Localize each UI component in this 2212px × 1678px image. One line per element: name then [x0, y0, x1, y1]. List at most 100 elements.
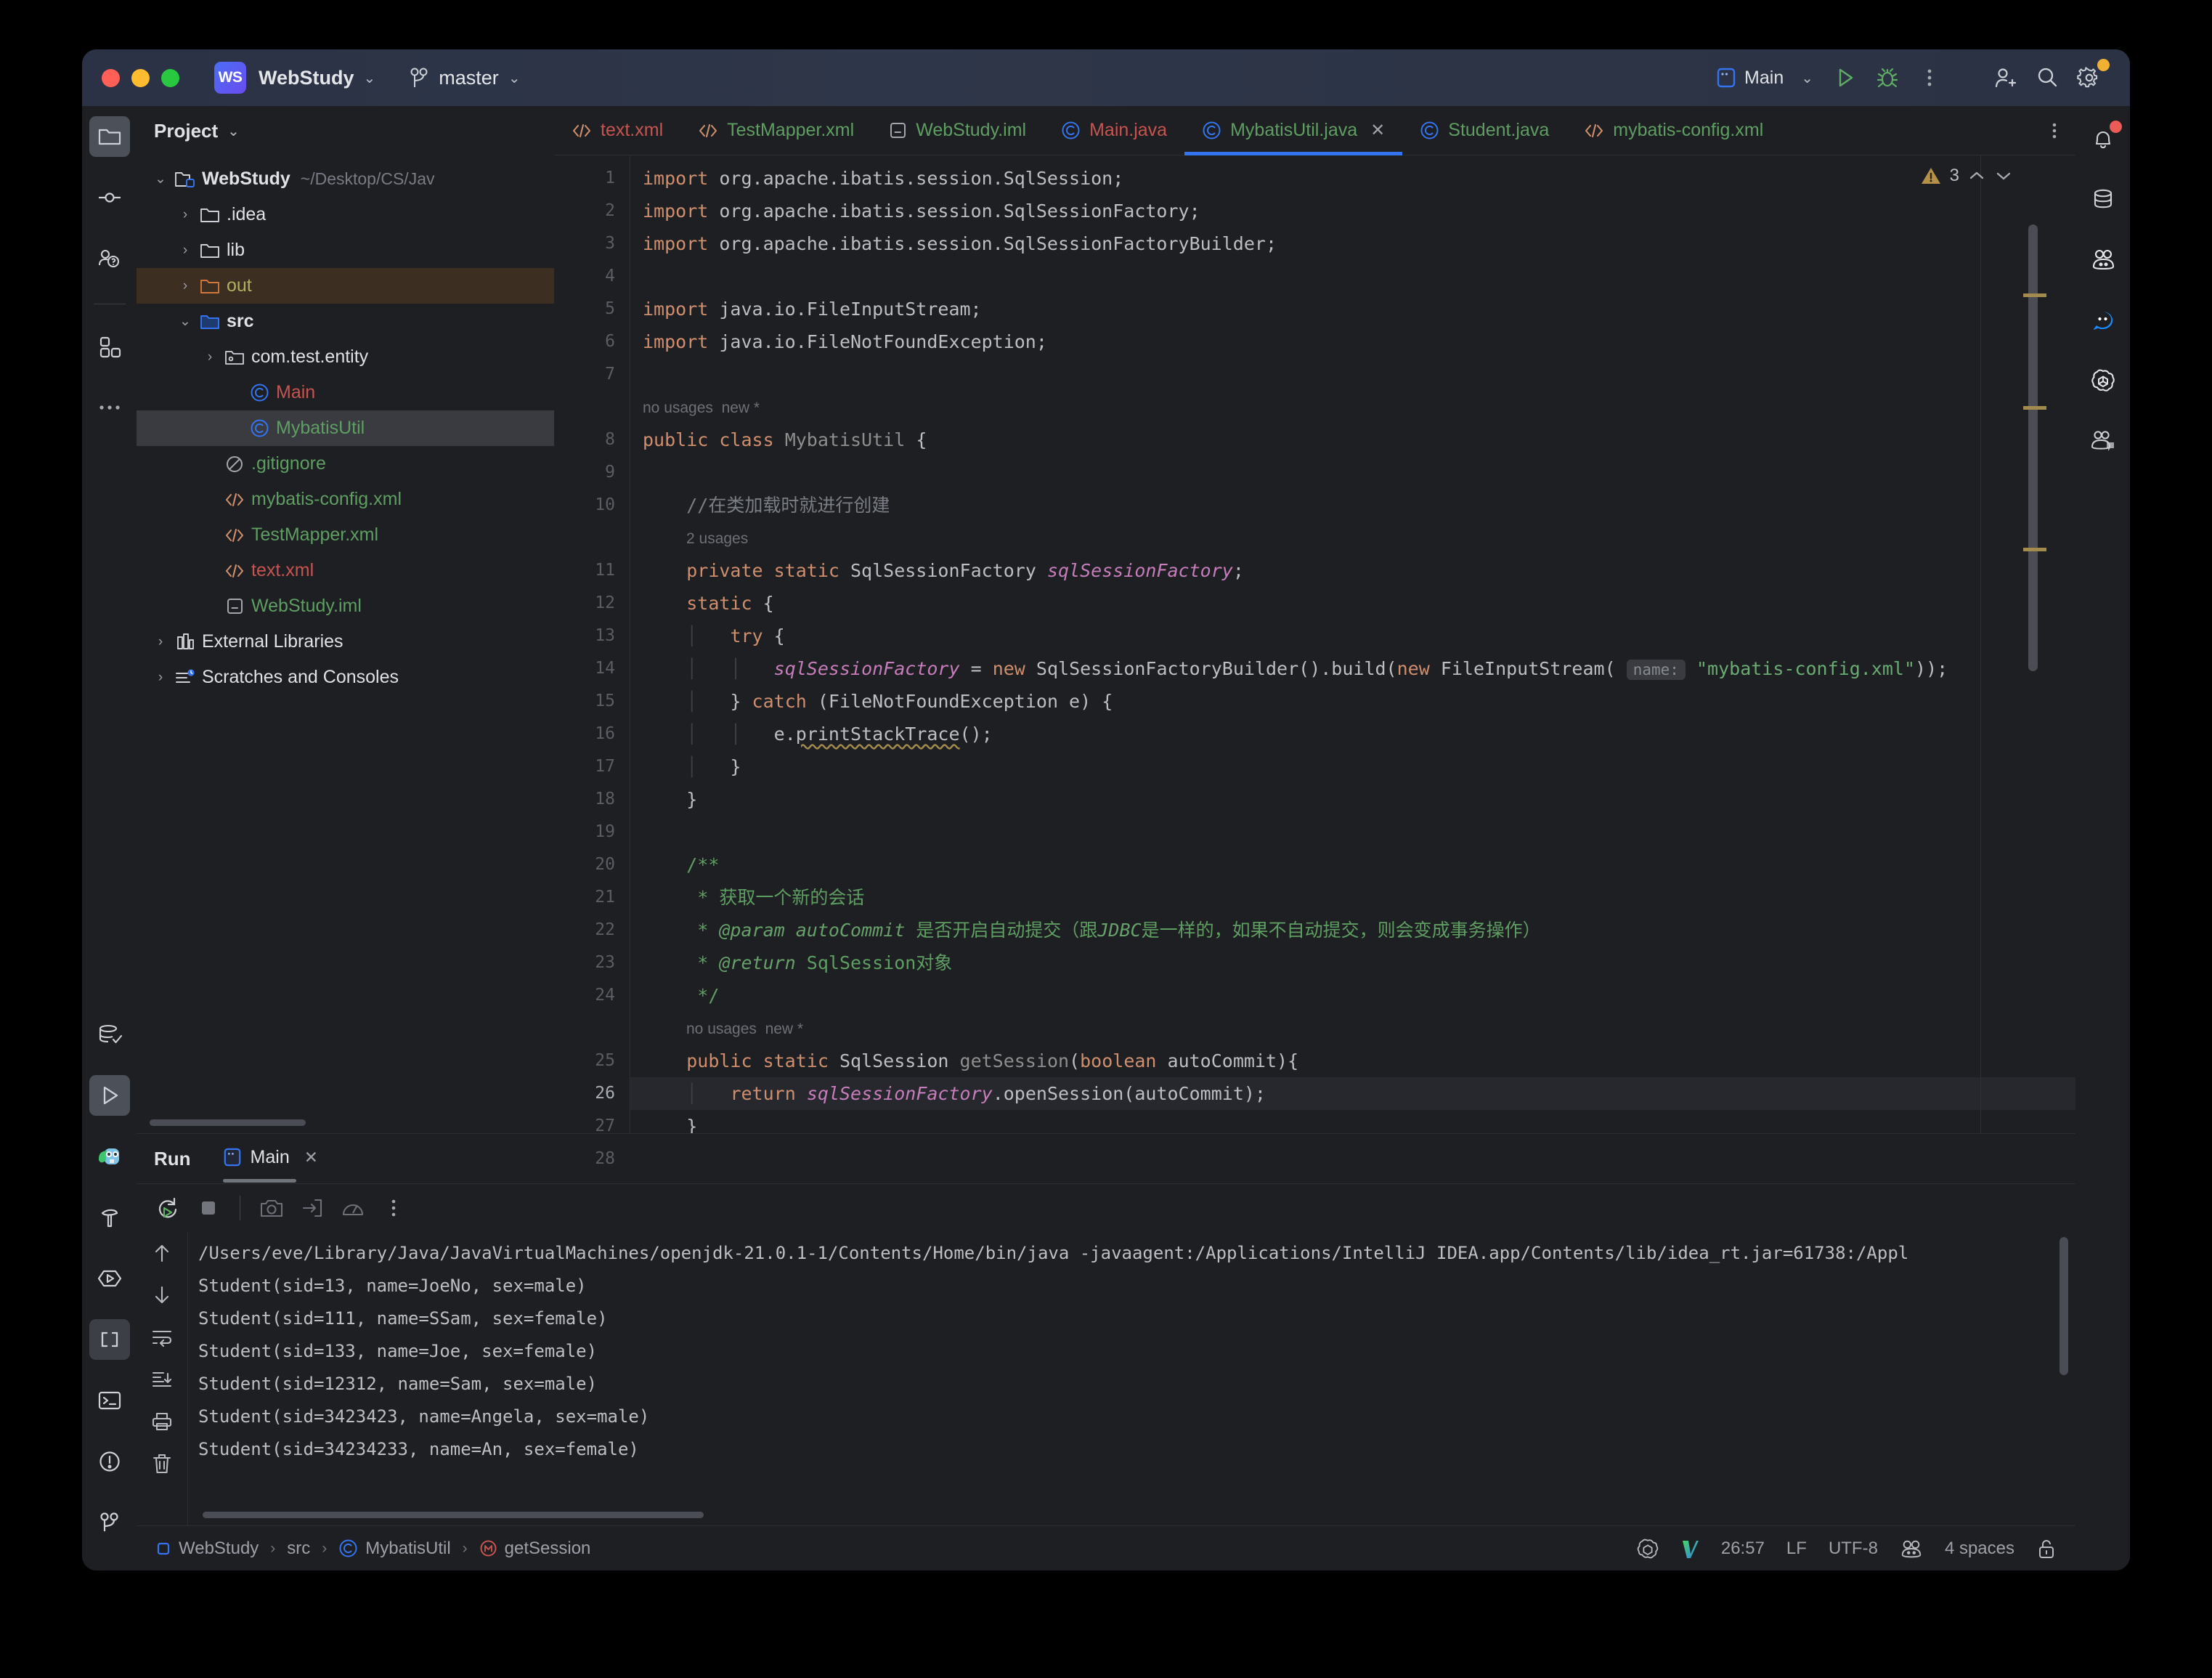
code-inlay-hint[interactable]: no usages new * — [630, 391, 2075, 423]
tree-item-mybatisutil[interactable]: MybatisUtil — [137, 410, 554, 446]
sidebar-item-jetbrains-ai[interactable] — [89, 1136, 130, 1177]
sidebar-item-more[interactable] — [89, 387, 130, 428]
project-view-chevron-down-icon[interactable]: ⌄ — [227, 122, 240, 140]
sidebar-item-chatgpt[interactable] — [2083, 360, 2123, 401]
code-inlay-hint[interactable]: 2 usages — [630, 522, 2075, 554]
sidebar-item-build[interactable] — [89, 1197, 130, 1238]
line-separator[interactable]: LF — [1786, 1539, 1807, 1559]
run-tab-main[interactable]: Main ✕ — [222, 1147, 318, 1183]
sidebar-item-git[interactable] — [89, 1502, 130, 1543]
more-options-button[interactable] — [375, 1190, 412, 1226]
sidebar-item-database-right[interactable] — [2083, 179, 2123, 220]
sidebar-item-terminal[interactable] — [89, 1380, 130, 1421]
project-name-label[interactable]: WebStudy — [259, 67, 354, 89]
tree-item-com-test-entity[interactable]: › com.test.entity — [137, 339, 554, 375]
openai-status-icon[interactable] — [1637, 1538, 1659, 1560]
stop-button[interactable] — [190, 1190, 227, 1226]
tree-item--gitignore[interactable]: .gitignore — [137, 446, 554, 482]
code-editor[interactable]: 1234567·8910·111213141516171819202122232… — [554, 155, 2075, 1168]
tree-expand-arrow[interactable]: › — [150, 634, 171, 650]
sidebar-item-pull-requests[interactable] — [89, 238, 130, 279]
tree-item-mybatis-config-xml[interactable]: mybatis-config.xml — [137, 482, 554, 517]
breadcrumb-item-mybatisutil[interactable]: MybatisUtil — [338, 1539, 451, 1559]
tree-item-webstudy[interactable]: ⌄ WebStudy ~/Desktop/CS/Jav — [137, 161, 554, 197]
code-text-area[interactable]: import org.apache.ibatis.session.SqlSess… — [630, 155, 2075, 1133]
more-run-options-button[interactable] — [1911, 59, 1948, 97]
tree-expand-arrow[interactable]: › — [174, 278, 196, 294]
editor-tab-mybatis-config-xml[interactable]: mybatis-config.xml — [1566, 106, 1781, 155]
tree-item-out[interactable]: › out — [137, 268, 554, 304]
sidebar-item-run[interactable] — [89, 1075, 130, 1116]
tree-expand-arrow[interactable]: › — [174, 243, 196, 259]
tree-item-main[interactable]: Main — [137, 375, 554, 410]
editor-tab-student-java[interactable]: Student.java — [1402, 106, 1566, 155]
code-inlay-hint[interactable]: no usages new * — [630, 1012, 2075, 1045]
console-horizontal-scrollbar[interactable] — [203, 1512, 704, 1518]
sidebar-item-codegeex[interactable] — [2083, 240, 2123, 280]
screenshot-button[interactable] — [253, 1190, 290, 1226]
editor-tab-webstudy-iml[interactable]: WebStudy.iml — [871, 106, 1044, 155]
tree-expand-arrow[interactable]: ⌄ — [174, 313, 196, 330]
warning-marker[interactable] — [2023, 548, 2046, 551]
print-button[interactable] — [146, 1406, 178, 1438]
inspection-status[interactable]: 3 — [1920, 166, 2013, 186]
codegeex-status-icon[interactable] — [1900, 1538, 1923, 1560]
breadcrumb-item-getsession[interactable]: getSession — [479, 1539, 590, 1559]
vim-status-icon[interactable] — [1680, 1538, 1699, 1560]
file-encoding[interactable]: UTF-8 — [1829, 1539, 1878, 1559]
sidebar-item-problems[interactable] — [89, 1441, 130, 1482]
tree-item--idea[interactable]: › .idea — [137, 197, 554, 232]
tree-item-text-xml[interactable]: text.xml — [137, 553, 554, 588]
run-configuration-selector[interactable]: Main ⌄ — [1707, 62, 1822, 94]
editor-tab-testmapper-xml[interactable]: TestMapper.xml — [680, 106, 871, 155]
sidebar-item-ai-chat[interactable] — [2083, 421, 2123, 461]
clear-all-button[interactable] — [146, 1448, 178, 1480]
debug-button[interactable] — [1869, 59, 1906, 97]
maximize-window-button[interactable] — [161, 68, 179, 87]
add-user-icon[interactable] — [1986, 59, 2024, 97]
tree-expand-arrow[interactable]: › — [150, 670, 171, 686]
dump-threads-button[interactable] — [294, 1190, 330, 1226]
editor-tab-main-java[interactable]: Main.java — [1044, 106, 1184, 155]
profiler-button[interactable] — [335, 1190, 371, 1226]
sidebar-item-plugins[interactable] — [89, 326, 130, 367]
sidebar-item-notifications[interactable] — [2083, 119, 2123, 160]
scroll-down-button[interactable] — [146, 1279, 178, 1311]
breadcrumb-item-src[interactable]: src — [287, 1539, 310, 1559]
gear-icon[interactable] — [2070, 59, 2110, 97]
sidebar-item-structure[interactable] — [89, 1319, 130, 1360]
tree-item-src[interactable]: ⌄ src — [137, 304, 554, 339]
editor-tab-mybatisutil-java[interactable]: MybatisUtil.java ✕ — [1184, 106, 1403, 155]
tree-item-scratches-and-consoles[interactable]: › Scratches and Consoles — [137, 660, 554, 695]
tree-expand-arrow[interactable]: › — [199, 349, 221, 365]
warning-marker[interactable] — [2023, 406, 2046, 410]
sidebar-item-chat[interactable] — [2083, 300, 2123, 341]
soft-wrap-button[interactable] — [146, 1321, 178, 1353]
caret-position[interactable]: 26:57 — [1721, 1539, 1765, 1559]
tree-item-testmapper-xml[interactable]: TestMapper.xml — [137, 517, 554, 553]
lock-icon[interactable] — [2036, 1538, 2057, 1560]
prev-problem-button[interactable] — [1967, 169, 1986, 183]
close-icon[interactable]: ✕ — [304, 1148, 318, 1167]
tree-item-webstudy-iml[interactable]: WebStudy.iml — [137, 588, 554, 624]
sidebar-item-database[interactable] — [89, 1014, 130, 1055]
tree-item-lib[interactable]: › lib — [137, 232, 554, 268]
editor-tabs-more-button[interactable] — [2033, 106, 2075, 155]
sidebar-item-commit[interactable] — [89, 177, 130, 218]
indent-setting[interactable]: 4 spaces — [1945, 1539, 2014, 1559]
tree-expand-arrow[interactable]: › — [174, 207, 196, 223]
next-problem-button[interactable] — [1994, 169, 2013, 183]
tree-expand-arrow[interactable]: ⌄ — [150, 171, 171, 187]
scroll-up-button[interactable] — [146, 1237, 178, 1269]
rerun-button[interactable] — [150, 1190, 186, 1226]
close-icon[interactable]: ✕ — [1370, 120, 1385, 141]
sidebar-item-project[interactable] — [89, 116, 130, 157]
breadcrumb-item-webstudy[interactable]: WebStudy — [155, 1539, 259, 1559]
tree-item-external-libraries[interactable]: › External Libraries — [137, 624, 554, 660]
close-window-button[interactable] — [102, 68, 120, 87]
editor-vertical-scrollbar[interactable] — [2028, 224, 2038, 671]
run-button[interactable] — [1826, 59, 1864, 97]
branch-selector[interactable]: master ⌄ — [410, 67, 521, 89]
warning-marker[interactable] — [2023, 293, 2046, 297]
console-vertical-scrollbar[interactable] — [2059, 1237, 2068, 1375]
